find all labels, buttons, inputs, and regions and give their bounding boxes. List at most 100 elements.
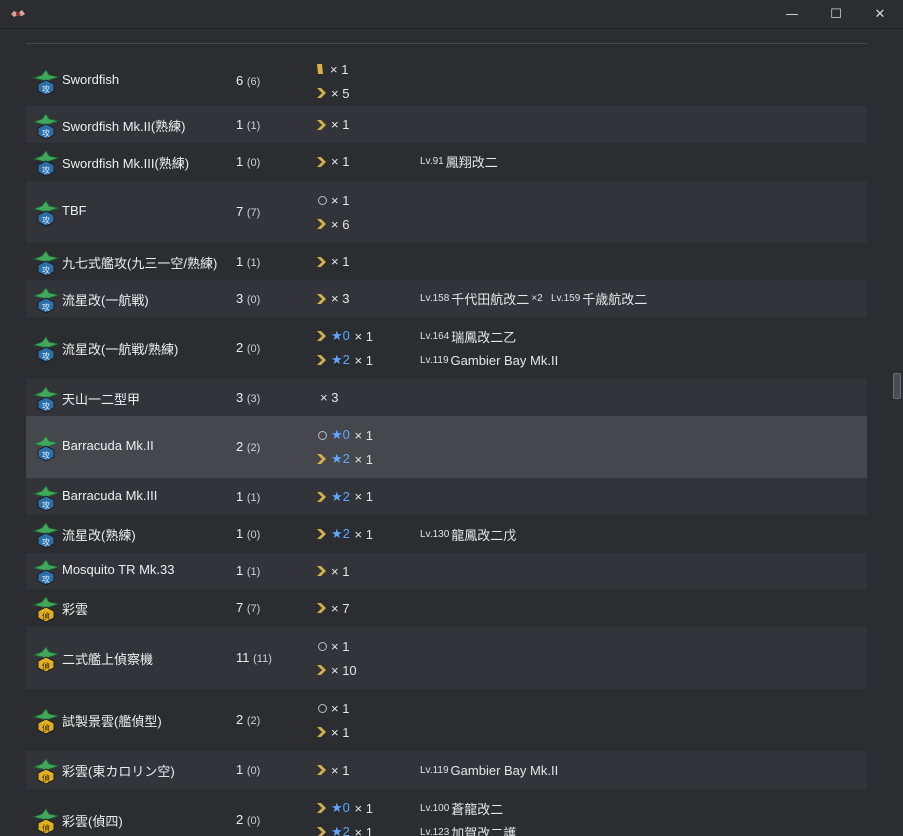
improvement-line: ★0 × 1 <box>316 425 373 445</box>
equipment-count: 3 (3) <box>236 390 260 405</box>
equipment-name: 流星改(一航戦) <box>62 292 149 308</box>
improvement-count: × 1 <box>331 762 350 778</box>
count-unused: (1) <box>246 566 261 578</box>
ship-name: 千代田航改二 <box>451 292 530 307</box>
count-total: 1 <box>236 488 244 504</box>
improvement-count: × 1 <box>354 824 373 836</box>
equipment-row[interactable]: 攻 Swordfish Mk.II(熟練) 1 (1) × 1 <box>26 106 867 143</box>
ship-name: 鳳翔改二 <box>445 155 498 170</box>
equipment-count: 2 (2) <box>236 712 260 727</box>
ship-entry[interactable]: Lv.158 千代田航改二 ×2 <box>420 289 543 309</box>
equipment-row[interactable]: 攻 天山一二型甲 3 (3) × 3 <box>26 379 867 416</box>
equipment-row[interactable]: 攻 流星改(一航戦) 3 (0) × 3 Lv.158 千代田航改二 ×2 Lv.159 千歳航… <box>26 280 867 317</box>
count-total: 7 <box>236 600 244 615</box>
equipment-row[interactable]: 攻 Swordfish 6 (6) × 1 × 5 <box>26 50 867 112</box>
circle-icon <box>318 703 327 713</box>
torpedo-bomber-icon: 攻 <box>32 522 60 550</box>
chevron-icon <box>316 330 331 342</box>
ship-entry[interactable]: Lv.100 蒼龍改二 <box>420 798 503 818</box>
improvement-line: ★0 × 1 <box>316 326 373 346</box>
improvement-line: × 3 <box>316 388 338 408</box>
equipment-row[interactable]: 攻 TBF 7 (7) × 1 × 6 <box>26 181 867 243</box>
chevron-icon <box>316 764 331 776</box>
close-button[interactable]: ✕ <box>858 0 902 28</box>
equipment-name: Barracuda Mk.III <box>62 487 158 503</box>
ship-name: Gambier Bay Mk.II <box>450 352 559 368</box>
improvement-count: × 3 <box>320 390 339 405</box>
svg-text:攻: 攻 <box>42 215 50 225</box>
equipment-row[interactable]: 偵 彩雲 7 (7) × 7 <box>26 589 867 627</box>
torpedo-bomber-icon: 攻 <box>32 249 60 278</box>
improvement-line: × 1 <box>316 561 349 581</box>
svg-text:攻: 攻 <box>42 401 50 411</box>
count-total: 2 <box>236 712 244 727</box>
chevron-icon <box>316 602 331 614</box>
recon-plane-icon: 偵 <box>32 646 60 674</box>
minimize-button[interactable]: — <box>770 0 814 28</box>
ship-entry[interactable]: Lv.119 Gambier Bay Mk.II <box>420 350 558 370</box>
chevron-icon <box>316 802 331 814</box>
improvement-line: × 7 <box>316 598 349 618</box>
count-total: 1 <box>236 762 244 777</box>
proficiency-bar-icon <box>316 63 330 75</box>
improvement-count: × 1 <box>331 254 350 269</box>
ship-name: 龍鳳改二戊 <box>451 527 517 543</box>
improvement-count: × 1 <box>331 117 350 132</box>
equipment-row[interactable]: 攻 Barracuda Mk.II 2 (2) ★0 × 1 ★2 × 1 <box>26 416 867 478</box>
equipment-count: 6 (6) <box>236 73 260 88</box>
equipment-name: 九七式艦攻(九三一空/熟練) <box>62 255 218 271</box>
improvement-count: × 3 <box>331 291 350 306</box>
scrollbar-thumb[interactable] <box>893 373 901 399</box>
torpedo-bomber-icon: 攻 <box>32 112 60 141</box>
improvement-count: × 1 <box>331 563 350 579</box>
ship-name: 加賀改二護 <box>451 825 517 836</box>
svg-text:攻: 攻 <box>42 84 50 94</box>
improvement-count: × 1 <box>331 154 350 169</box>
ship-entry[interactable]: Lv.123 加賀改二護 <box>420 822 516 836</box>
torpedo-bomber-icon: 攻 <box>32 69 60 97</box>
ship-entry[interactable]: Lv.119 Gambier Bay Mk.II <box>420 760 558 780</box>
equipment-row[interactable]: 攻 Swordfish Mk.III(熟練) 1 (0) × 1 Lv.91 鳳翔改二 <box>26 143 867 180</box>
chevron-icon <box>316 354 331 366</box>
improvement-count: × 1 <box>354 328 373 344</box>
ship-entry[interactable]: Lv.130 龍鳳改二戊 <box>420 524 516 544</box>
equipment-row[interactable]: 攻 Barracuda Mk.III 1 (1) ★2 × 1 <box>26 478 867 515</box>
svg-text:攻: 攻 <box>42 302 50 312</box>
recon-plane-icon: 偵 <box>32 758 60 786</box>
ship-level: Lv.123 <box>420 826 450 836</box>
divider <box>26 43 867 44</box>
ship-level: Lv.100 <box>420 802 450 814</box>
title-bar: — ☐ ✕ <box>0 0 903 29</box>
count-total: 1 <box>236 563 244 578</box>
improvement-line: × 1 <box>316 152 349 172</box>
equipment-name: 彩雲 <box>62 602 89 617</box>
ship-entry[interactable]: Lv.164 瑞鳳改二乙 <box>420 326 516 346</box>
svg-text:偵: 偵 <box>42 611 50 621</box>
improvement-line: × 1 <box>316 698 349 718</box>
ship-level: Lv.91 <box>420 156 444 167</box>
chevron-icon <box>316 256 331 268</box>
equipment-row[interactable]: 攻 九七式艦攻(九三一空/熟練) 1 (1) × 1 <box>26 243 867 280</box>
ship-entry[interactable]: Lv.91 鳳翔改二 <box>420 152 498 172</box>
star-level: ★2 <box>331 488 350 504</box>
count-total: 1 <box>236 116 244 132</box>
ship-level: Lv.130 <box>420 528 450 540</box>
count-unused: (1) <box>246 256 261 269</box>
chevron-icon <box>316 565 331 577</box>
maximize-button[interactable]: ☐ <box>814 0 858 28</box>
ship-entry[interactable]: Lv.159 千歳航改二 <box>551 289 647 309</box>
equipment-row[interactable]: 攻 Mosquito TR Mk.33 1 (1) × 1 <box>26 553 867 589</box>
equipment-row[interactable]: 攻流星改(一航戦/熟練) 2 (0) ★0 × 1 ★2 × 1 Lv.164 瑞鳳改二乙… <box>26 317 867 379</box>
equipment-row[interactable]: 偵 彩雲(東カロリン空) 1 (0) × 1 Lv.119 Gambier Bay Mk.… <box>26 751 867 789</box>
equipment-row[interactable]: 攻 流星改(熟練) 1 (0) ★2 × 1 Lv.130 龍鳳改二戊 <box>26 515 867 553</box>
count-total: 1 <box>236 153 244 169</box>
ship-level: Lv.158 <box>420 293 450 304</box>
improvement-line: × 1 <box>316 722 349 742</box>
count-unused: (6) <box>246 76 261 88</box>
equipment-row[interactable]: 偵 二式艦上偵察機 11 (11) × 1 × 10 <box>26 627 867 689</box>
equipment-count: 1 (0) <box>236 526 260 541</box>
equipment-row[interactable]: 偵彩雲(偵四) 2 (0) ★0 × 1 ★2 × 1 Lv.100 蒼龍改二 Lv.123… <box>26 789 867 836</box>
equipment-row[interactable]: 偵 試製景雲(艦偵型) 2 (2) × 1 × 1 <box>26 689 867 751</box>
count-unused: (7) <box>246 207 261 219</box>
star-level: ★2 <box>331 526 350 541</box>
